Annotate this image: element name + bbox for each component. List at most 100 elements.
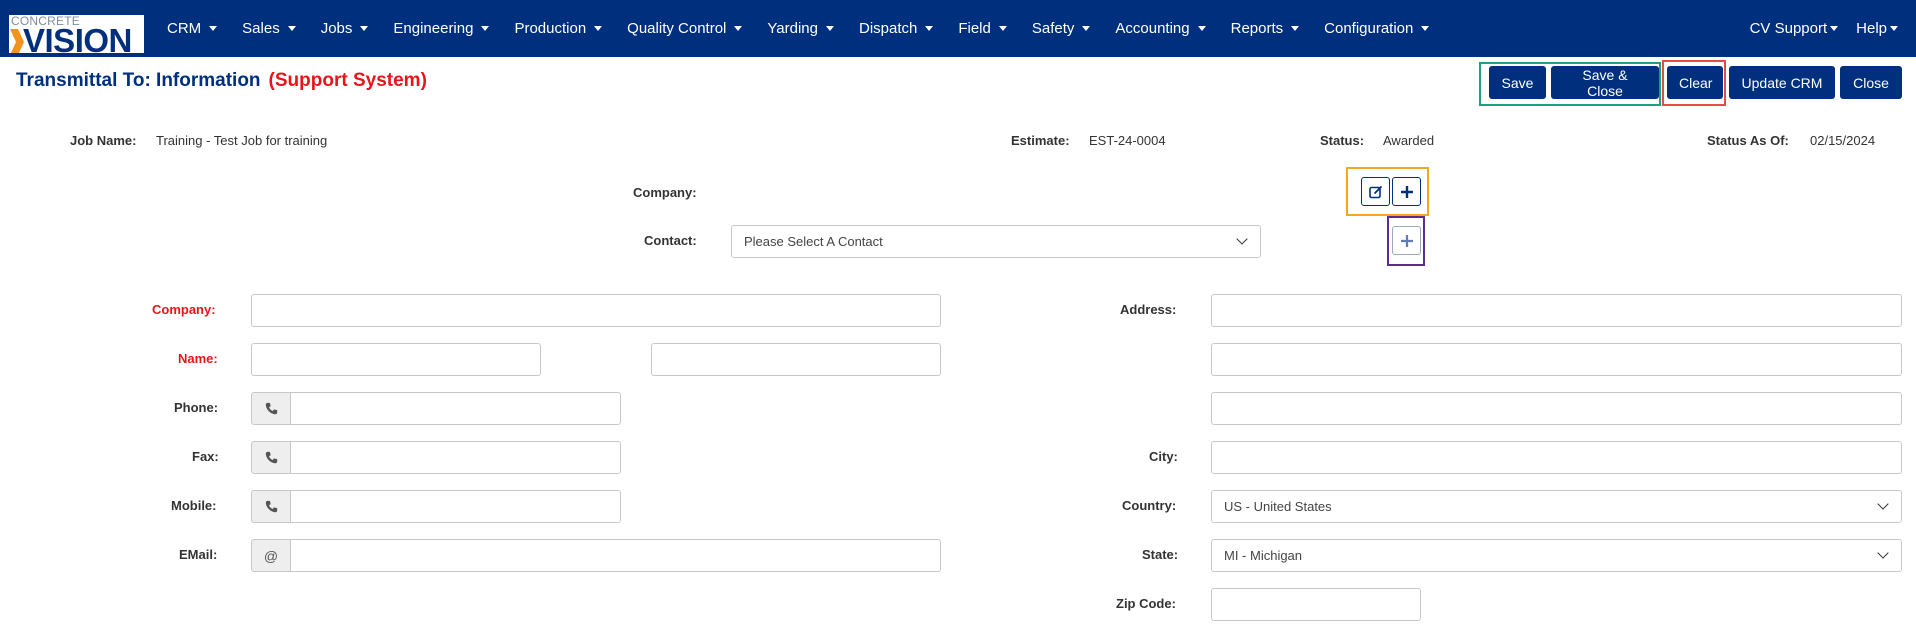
nav-label: Dispatch [858,20,918,37]
email-addon: @ [251,539,291,572]
nav-label: Jobs [320,20,353,37]
nav-label: Help [1856,20,1887,37]
save-button[interactable]: Save [1489,66,1546,99]
phone-icon [265,402,277,415]
estimate-label: Estimate: [1011,133,1070,148]
nav-label: Sales [242,20,280,37]
status-as-of-label: Status As Of: [1707,133,1789,148]
nav-label: Field [958,20,991,37]
nav-item-sales[interactable]: Sales [242,20,306,37]
state-select[interactable]: MI - Michigan [1211,539,1902,572]
nav-label: Reports [1230,20,1284,37]
caret-down-icon [825,26,834,31]
logo-chevron-icon [10,29,24,53]
close-button[interactable]: Close [1840,66,1902,99]
caret-down-icon [209,26,218,31]
caret-down-icon [734,26,743,31]
main-menu: CRM Sales Jobs Engineering Production Qu… [167,0,1454,57]
job-name-label: Job Name: [70,133,137,148]
nav-item-yarding[interactable]: Yarding [767,20,844,37]
clear-button[interactable]: Clear [1667,66,1723,99]
nav-item-production[interactable]: Production [514,20,612,37]
contact-select-value: Please Select A Contact [744,234,883,249]
logo-bottom-text: VISION [23,22,132,53]
update-crm-button[interactable]: Update CRM [1729,66,1835,99]
fax-addon [251,441,291,474]
address-label: Address: [1120,302,1177,317]
status-as-of-value: 02/15/2024 [1810,133,1876,148]
mobile-label: Mobile: [171,498,217,513]
chevron-down-icon [1236,233,1248,245]
save-and-close-button[interactable]: Save & Close [1551,66,1659,99]
company-label: Company: [152,302,216,317]
nav-item-help[interactable]: Help [1856,20,1898,37]
caret-down-icon [1890,26,1898,31]
nav-label: CV Support [1749,20,1828,37]
last-name-input[interactable] [651,343,941,376]
nav-item-jobs[interactable]: Jobs [321,20,379,37]
caret-down-icon [1197,26,1206,31]
add-contact-button[interactable] [1392,226,1421,255]
nav-item-configuration[interactable]: Configuration [1324,20,1439,37]
caret-down-icon [287,26,296,31]
page-title-text: Transmittal To: Information [16,70,261,91]
edit-icon [1368,185,1382,198]
caret-down-icon [594,26,603,31]
fax-input[interactable] [290,441,621,474]
country-select-value: US - United States [1224,499,1332,514]
lookup-company-label: Company: [633,185,697,200]
caret-down-icon [925,26,934,31]
nav-label: Engineering [393,20,474,37]
nav-item-accounting[interactable]: Accounting [1115,20,1215,37]
zip-code-input[interactable] [1211,588,1421,621]
address-line-3-input[interactable] [1211,392,1902,425]
country-select[interactable]: US - United States [1211,490,1902,523]
caret-down-icon [360,26,369,31]
contact-select[interactable]: Please Select A Contact [731,225,1261,258]
nav-label: CRM [167,20,202,37]
company-input[interactable] [251,294,941,327]
add-company-button[interactable] [1392,177,1421,206]
nav-item-dispatch[interactable]: Dispatch [859,20,943,37]
status-value: Awarded [1383,133,1435,148]
nav-item-crm[interactable]: CRM [167,20,227,37]
caret-down-icon [998,26,1007,31]
nav-item-engineering[interactable]: Engineering [393,20,499,37]
mobile-addon [251,490,291,523]
zip-code-label: Zip Code: [1116,596,1176,611]
nav-item-safety[interactable]: Safety [1032,20,1101,37]
top-navbar: CONCRETE VISION CRM Sales Jobs Engineeri… [0,0,1916,57]
caret-down-icon [1291,26,1300,31]
city-input[interactable] [1211,441,1902,474]
name-label: Name: [178,351,218,366]
estimate-value: EST-24-0004 [1089,133,1166,148]
caret-down-icon [1082,26,1091,31]
state-label: State: [1142,547,1179,562]
chevron-down-icon [1877,547,1889,559]
fax-label: Fax: [192,449,219,464]
phone-icon [265,451,277,464]
edit-company-button[interactable] [1361,177,1390,206]
nav-item-reports[interactable]: Reports [1231,20,1310,37]
country-label: Country: [1122,498,1177,513]
nav-label: Safety [1031,20,1075,37]
nav-label: Accounting [1115,20,1190,37]
chevron-down-icon [1877,498,1889,510]
first-name-input[interactable] [251,343,541,376]
page-title: Transmittal To: Information (Support Syst… [16,70,427,92]
nav-item-cv-support[interactable]: CV Support [1750,20,1839,37]
nav-item-field[interactable]: Field [958,20,1017,37]
address-line-2-input[interactable] [1211,343,1902,376]
caret-down-icon [481,26,490,31]
nav-label: Production [514,20,587,37]
nav-right-menu: CV Support Help [1750,0,1916,57]
mobile-input[interactable] [290,490,621,523]
nav-item-quality-control[interactable]: Quality Control [627,20,752,37]
concrete-vision-logo[interactable]: CONCRETE VISION [9,15,144,53]
lookup-contact-label: Contact: [644,233,697,248]
job-name-value: Training - Test Job for training [156,133,328,148]
phone-input[interactable] [290,392,621,425]
email-input[interactable] [290,539,941,572]
address-line-1-input[interactable] [1211,294,1902,327]
nav-label: Quality Control [627,20,727,37]
